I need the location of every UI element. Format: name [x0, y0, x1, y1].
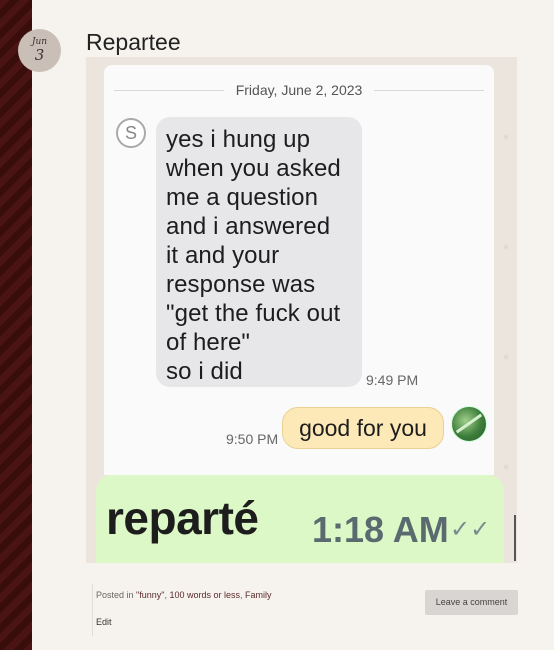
outgoing-message-bubble: good for you [282, 407, 444, 449]
read-ticks-icon: ✓✓ [450, 516, 491, 543]
post-date-badge: Jun 3 [18, 29, 61, 72]
footer-divider [92, 584, 93, 636]
day-divider-label: Friday, June 2, 2023 [235, 82, 363, 98]
post-categories: Posted in "funny", 100 words or less, Fa… [96, 590, 272, 600]
fern-avatar-icon [451, 406, 487, 442]
typed-message-text: reparté [106, 492, 259, 544]
category-link-funny[interactable]: "funny" [136, 590, 164, 600]
post-title[interactable]: Repartee [86, 29, 181, 56]
edit-link[interactable]: Edit [96, 617, 112, 627]
chat-panel: Friday, June 2, 2023 S yes i hung up whe… [104, 65, 494, 475]
decorative-stripe [0, 0, 32, 650]
sender-avatar: S [116, 118, 146, 148]
chat-screenshot-image: Friday, June 2, 2023 S yes i hung up whe… [86, 57, 517, 563]
outgoing-timestamp: 9:50 PM [226, 431, 279, 447]
category-link-family[interactable]: Family [245, 590, 272, 600]
incoming-message-bubble: yes i hung up when you asked me a questi… [156, 117, 362, 387]
day-divider: Friday, June 2, 2023 [114, 82, 485, 98]
typed-message-time: 1:18 AM [312, 509, 449, 550]
post-date-day: 3 [34, 46, 45, 64]
leave-comment-button[interactable]: Leave a comment [425, 590, 518, 615]
category-link-100-words[interactable]: 100 words or less [169, 590, 240, 600]
posted-in-prefix: Posted in [96, 590, 137, 600]
incoming-timestamp: 9:49 PM [366, 372, 419, 388]
text-cursor [514, 515, 516, 561]
